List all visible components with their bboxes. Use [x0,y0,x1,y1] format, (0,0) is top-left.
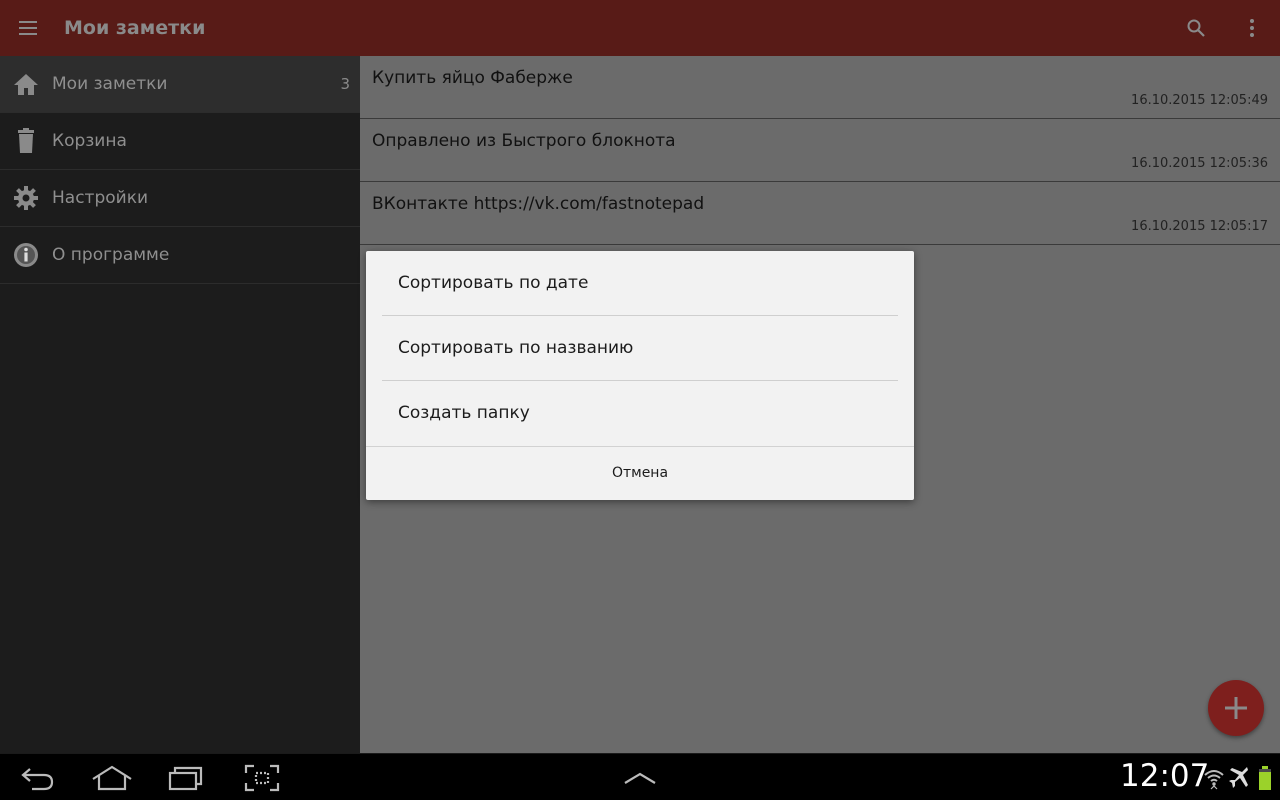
drawer-item-trash[interactable]: Корзина [0,113,360,170]
note-title: ВКонтакте https://vk.com/fastnotepad [372,194,705,214]
sort-by-date-option[interactable]: Сортировать по дате [398,273,588,293]
drawer-item-my-notes[interactable]: Мои заметки 3 [0,56,360,113]
gear-icon [0,170,52,227]
drawer-item-label: Настройки [52,188,149,208]
page-title: Мои заметки [64,17,206,39]
sort-options-dialog: Сортировать по дате Сортировать по назва… [366,251,914,500]
drawer-item-label: О программе [52,245,170,265]
app-bar: Мои заметки [0,0,1280,56]
add-note-button[interactable] [1208,680,1264,736]
recent-apps-icon[interactable] [162,760,210,796]
sort-by-name-option[interactable]: Сортировать по названию [398,338,633,358]
battery-icon [1253,766,1277,790]
divider [382,315,898,316]
more-vert-icon[interactable] [1232,8,1272,48]
search-icon[interactable] [1176,8,1216,48]
wifi-icon [1202,766,1226,790]
list-item[interactable]: ВКонтакте https://vk.com/fastnotepad 16.… [360,182,1280,245]
screenshot-icon[interactable] [238,760,286,796]
airplane-mode-icon [1228,766,1252,790]
navigation-drawer: Мои заметки 3 Корзина Настройки О програ… [0,56,360,753]
cancel-button[interactable]: Отмена [366,447,914,500]
home-nav-icon[interactable] [88,760,136,796]
note-date: 16.10.2015 12:05:36 [1131,156,1268,171]
drawer-item-settings[interactable]: Настройки [0,170,360,227]
plus-icon [1225,697,1247,719]
home-icon [0,56,52,113]
back-icon[interactable] [14,760,62,796]
note-title: Купить яйцо Фаберже [372,68,573,88]
list-item[interactable]: Оправлено из Быстрого блокнота 16.10.201… [360,119,1280,182]
note-date: 16.10.2015 12:05:49 [1131,93,1268,108]
trash-icon [0,113,52,170]
note-date: 16.10.2015 12:05:17 [1131,219,1268,234]
divider [382,380,898,381]
chevron-up-icon[interactable] [616,760,664,796]
menu-icon[interactable] [8,8,48,48]
system-navigation-bar: 12:07 [0,753,1280,800]
status-clock: 12:07 [1120,758,1210,794]
list-item[interactable]: Купить яйцо Фаберже 16.10.2015 12:05:49 [360,56,1280,119]
notes-count: 3 [340,75,350,93]
note-title: Оправлено из Быстрого блокнота [372,131,676,151]
drawer-item-label: Мои заметки [52,74,168,94]
create-folder-option[interactable]: Создать папку [398,403,530,423]
drawer-item-label: Корзина [52,131,127,151]
drawer-item-about[interactable]: О программе [0,227,360,284]
info-icon [0,227,52,284]
